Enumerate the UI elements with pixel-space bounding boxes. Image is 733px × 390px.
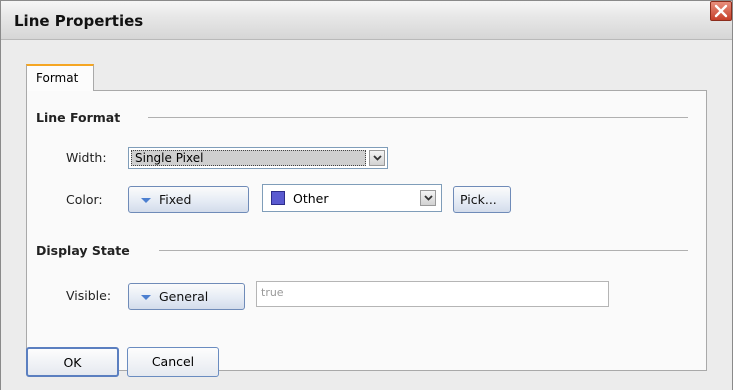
cancel-button[interactable]: Cancel bbox=[127, 347, 219, 377]
line-format-divider bbox=[148, 117, 688, 118]
pick-label: Pick... bbox=[460, 192, 497, 207]
format-panel bbox=[26, 90, 707, 371]
dialog-content: Format Line Format Width: Single Pixel C… bbox=[1, 40, 732, 390]
ok-button[interactable]: OK bbox=[26, 347, 119, 377]
chevron-down-icon bbox=[424, 195, 433, 201]
color-mode-button[interactable]: Fixed bbox=[128, 186, 249, 213]
tab-format[interactable]: Format bbox=[26, 64, 94, 91]
color-select-value: Other bbox=[293, 191, 329, 206]
ok-label: OK bbox=[63, 355, 82, 370]
visible-value-field[interactable] bbox=[256, 281, 609, 307]
pick-color-button[interactable]: Pick... bbox=[453, 186, 511, 213]
visible-value-input[interactable] bbox=[261, 286, 591, 299]
width-select-value: Single Pixel bbox=[135, 151, 204, 165]
width-dropdown-button[interactable] bbox=[369, 150, 385, 166]
title-bar: Line Properties bbox=[1, 1, 732, 40]
tab-format-label: Format bbox=[36, 71, 79, 85]
color-mode-label: Fixed bbox=[159, 192, 192, 207]
triangle-down-icon bbox=[141, 198, 151, 203]
close-button[interactable] bbox=[710, 1, 732, 21]
line-properties-dialog: Line Properties Format Line Format Width… bbox=[0, 0, 733, 390]
line-format-heading: Line Format bbox=[36, 110, 121, 125]
width-label: Width: bbox=[66, 150, 107, 165]
width-select[interactable]: Single Pixel bbox=[128, 147, 388, 169]
color-dropdown-button[interactable] bbox=[420, 190, 436, 206]
cancel-label: Cancel bbox=[151, 354, 195, 369]
color-swatch bbox=[271, 191, 285, 205]
visible-label: Visible: bbox=[66, 288, 112, 303]
triangle-down-icon bbox=[141, 295, 151, 300]
dialog-title: Line Properties bbox=[14, 12, 144, 30]
chevron-down-icon bbox=[373, 155, 382, 161]
color-label: Color: bbox=[66, 192, 103, 207]
width-select-value-box: Single Pixel bbox=[131, 150, 366, 166]
close-icon bbox=[714, 4, 728, 18]
color-select[interactable]: Other bbox=[262, 184, 442, 212]
visible-mode-button[interactable]: General bbox=[128, 283, 245, 310]
display-state-divider bbox=[159, 250, 688, 251]
display-state-heading: Display State bbox=[36, 243, 130, 258]
visible-mode-label: General bbox=[159, 289, 209, 304]
